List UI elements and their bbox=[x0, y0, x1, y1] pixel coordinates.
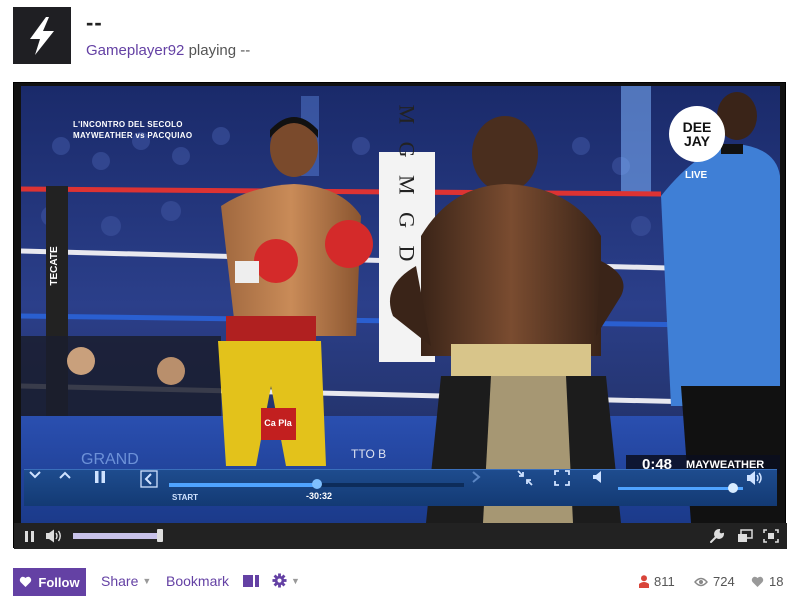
fullscreen-icon[interactable] bbox=[762, 527, 780, 545]
video-frame[interactable]: TECATE M G M G D GRAND TTO B Ca Pla L'IN… bbox=[21, 86, 780, 523]
lightning-bolt-icon bbox=[30, 16, 54, 55]
skip-forward-icon[interactable] bbox=[471, 470, 501, 507]
embedded-volume-handle[interactable] bbox=[728, 483, 738, 493]
skip-back-icon[interactable] bbox=[140, 470, 170, 507]
volume-slider-handle[interactable] bbox=[157, 529, 163, 542]
views-count: 724 bbox=[694, 574, 735, 589]
eye-icon bbox=[694, 577, 708, 586]
broadcast-title-line1: L'INCONTRO DEL SECOLO bbox=[73, 120, 183, 129]
volume-slider-fill bbox=[73, 533, 161, 539]
seek-bar-fill bbox=[169, 483, 317, 487]
video-player[interactable]: TECATE M G M G D GRAND TTO B Ca Pla L'IN… bbox=[13, 82, 787, 549]
share-button-label: Share bbox=[101, 573, 139, 589]
playing-text: playing -- bbox=[188, 42, 251, 59]
broadcast-title-line2: MAYWEATHER vs PACQUIAO bbox=[73, 131, 193, 140]
theater-mode-button[interactable] bbox=[243, 575, 259, 587]
heart-icon bbox=[751, 576, 764, 587]
volume-slider[interactable] bbox=[73, 533, 161, 539]
mgm-banner-text: M G M G D bbox=[395, 105, 420, 268]
caret-down-icon: ▼ bbox=[291, 575, 300, 586]
popout-icon[interactable] bbox=[736, 527, 754, 545]
heart-icon bbox=[20, 576, 32, 587]
apron-text: GRAND bbox=[81, 451, 139, 468]
fullscreen-icon[interactable] bbox=[554, 470, 584, 507]
shrink-icon[interactable] bbox=[517, 470, 547, 507]
gear-icon bbox=[272, 573, 287, 588]
viewers-count-value: 811 bbox=[654, 574, 675, 589]
deejay-logo-line2: JAY bbox=[684, 133, 710, 149]
chevron-down-icon[interactable] bbox=[28, 470, 58, 507]
follow-button[interactable]: Follow bbox=[13, 568, 86, 596]
seek-bar[interactable] bbox=[169, 479, 464, 489]
pause-icon[interactable] bbox=[22, 527, 36, 545]
start-label: START bbox=[172, 493, 199, 502]
person-icon bbox=[639, 575, 649, 588]
followers-count: 18 bbox=[751, 574, 783, 589]
time-remaining: -30:32 bbox=[306, 491, 333, 501]
bookmark-button-label: Bookmark bbox=[166, 573, 230, 589]
caret-down-icon: ▼ bbox=[142, 576, 152, 586]
seek-bar-handle[interactable] bbox=[311, 479, 322, 489]
share-button[interactable]: Share ▼ bbox=[101, 573, 151, 589]
deejay-logo-line1: DEE bbox=[682, 119, 712, 135]
theater-mode-icon bbox=[243, 575, 259, 587]
embedded-volume-slider[interactable] bbox=[618, 487, 743, 490]
channel-username-link[interactable]: Gameplayer92 bbox=[86, 42, 184, 59]
volume-high-icon[interactable] bbox=[746, 470, 776, 507]
player-controls bbox=[14, 523, 787, 549]
views-count-value: 724 bbox=[713, 574, 735, 589]
embedded-control-bar: START -30:32 bbox=[24, 469, 777, 506]
volume-icon[interactable] bbox=[44, 527, 66, 545]
live-label: LIVE bbox=[685, 170, 708, 181]
bookmark-button[interactable]: Bookmark bbox=[166, 573, 229, 589]
chevron-up-icon[interactable] bbox=[58, 470, 88, 507]
followers-count-value: 18 bbox=[769, 574, 784, 589]
channel-title: -- bbox=[86, 10, 103, 35]
wrench-icon[interactable] bbox=[708, 527, 726, 545]
viewers-count: 811 bbox=[639, 574, 675, 589]
channel-avatar[interactable] bbox=[13, 7, 71, 64]
channel-subtitle: Gameplayer92 playing -- bbox=[86, 42, 250, 59]
broadcast-title: L'INCONTRO DEL SECOLO MAYWEATHER vs PACQ… bbox=[73, 119, 192, 141]
settings-button[interactable]: ▼ bbox=[272, 573, 300, 588]
corner-post-text: TECATE bbox=[49, 246, 60, 286]
trunks-text: Ca Pla bbox=[264, 418, 293, 428]
follow-button-label: Follow bbox=[38, 574, 80, 590]
pause-icon[interactable] bbox=[94, 470, 124, 507]
deejay-logo: DEE JAY bbox=[669, 106, 725, 162]
apron-text-2: TTO B bbox=[351, 447, 386, 461]
